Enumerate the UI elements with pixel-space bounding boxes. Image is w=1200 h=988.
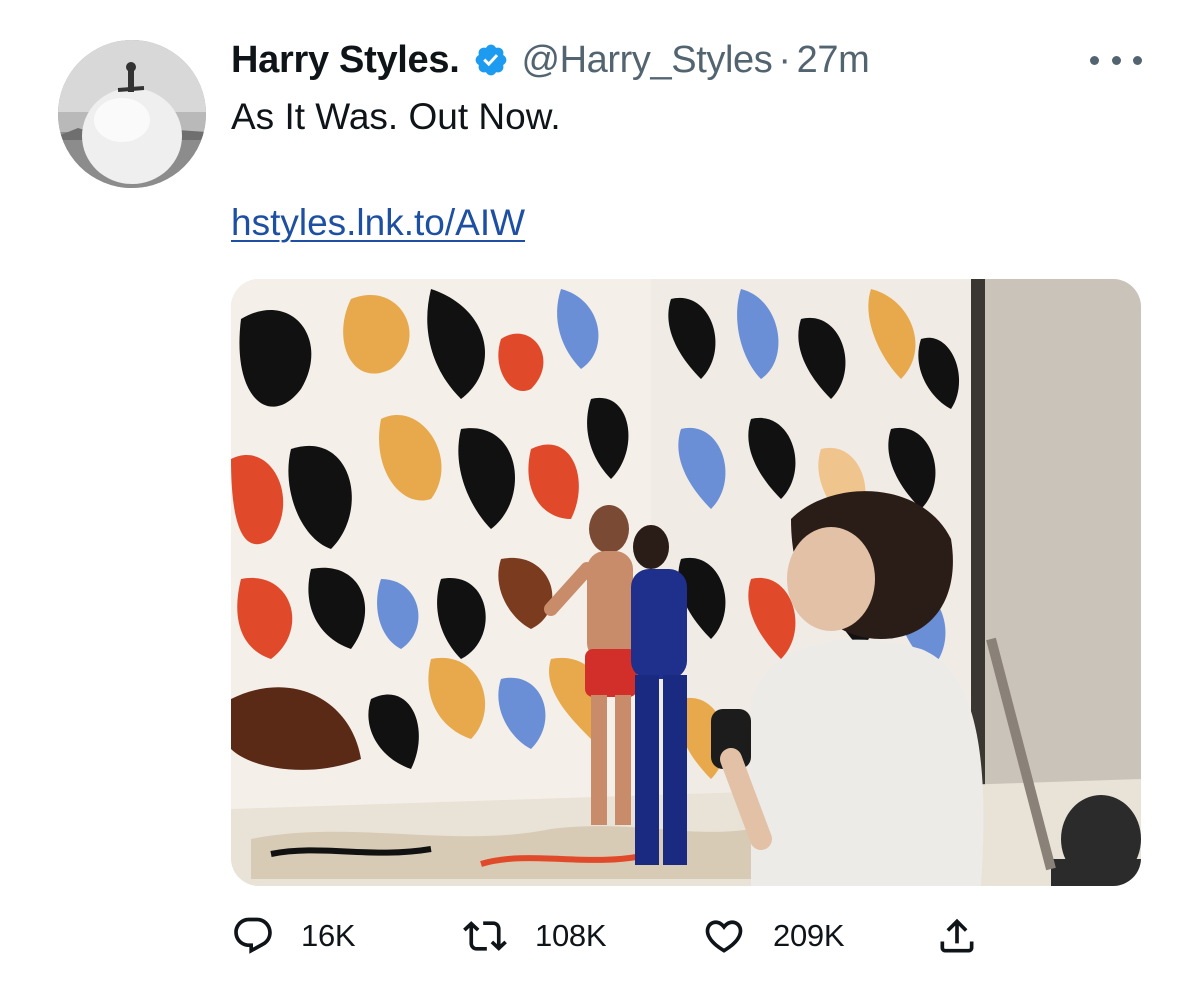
user-handle[interactable]: @Harry_Styles <box>521 36 772 84</box>
tweet-actions-bar: 16K 108K 209K <box>231 906 991 966</box>
reply-count: 16K <box>301 918 356 953</box>
reply-bubble-icon <box>234 917 272 954</box>
more-dots-icon[interactable] <box>1090 40 1142 80</box>
retweet-count: 108K <box>535 918 607 953</box>
timestamp[interactable]: 27m <box>797 36 870 84</box>
tweet-media-image[interactable] <box>231 279 1141 886</box>
tweet-card: Harry Styles. @Harry_Styles · 27m As It … <box>0 0 1200 988</box>
avatar[interactable] <box>58 40 206 188</box>
like-count: 209K <box>773 918 845 953</box>
share-upload-icon <box>940 918 974 953</box>
share-button[interactable] <box>935 906 979 966</box>
tweet-header: Harry Styles. @Harry_Styles · 27m <box>231 36 870 84</box>
heart-icon <box>705 920 743 953</box>
verified-badge-icon <box>473 42 509 78</box>
tweet-text: As It Was. Out Now. <box>231 96 561 137</box>
separator-dot: · <box>778 39 791 81</box>
dot <box>1133 55 1142 65</box>
reply-button[interactable]: 16K <box>231 906 356 966</box>
like-button[interactable]: 209K <box>701 906 845 966</box>
display-name[interactable]: Harry Styles. <box>231 36 460 84</box>
tweet-link[interactable]: hstyles.lnk.to/AIW <box>231 200 525 246</box>
dot <box>1090 55 1099 65</box>
retweet-icon <box>463 921 507 951</box>
dot <box>1111 55 1121 65</box>
retweet-button[interactable]: 108K <box>461 906 607 966</box>
